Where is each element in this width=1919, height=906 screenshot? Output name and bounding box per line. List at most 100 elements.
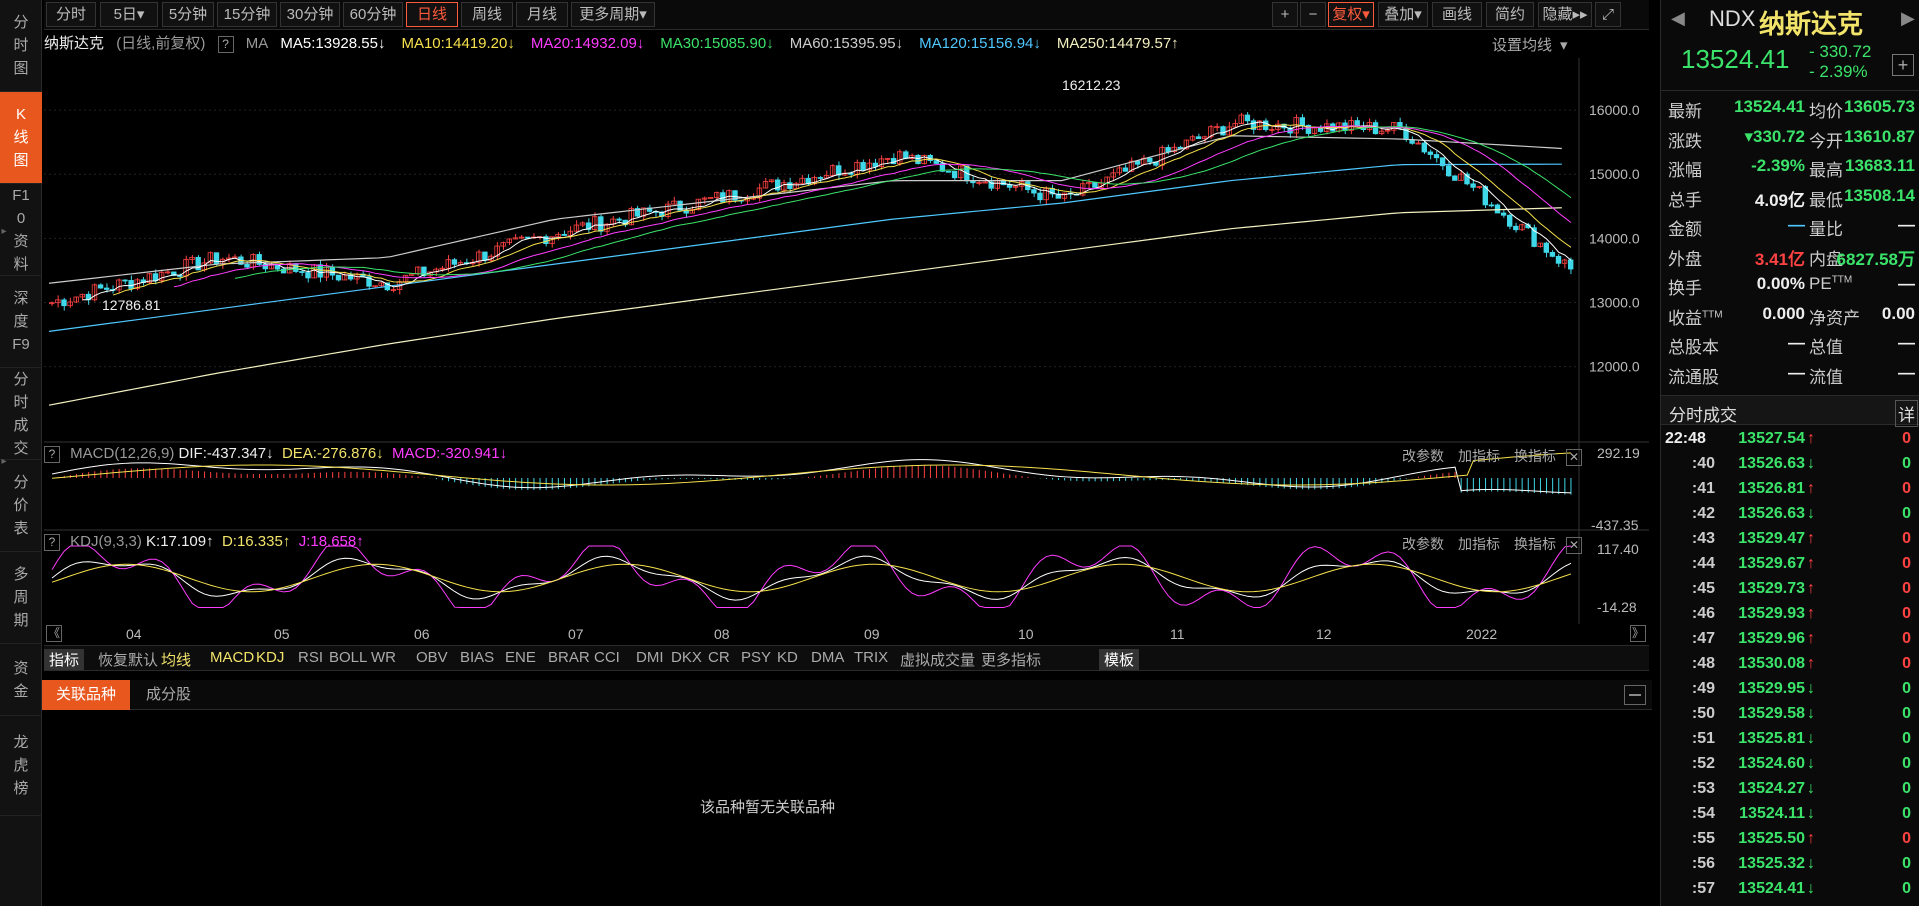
help-icon[interactable]: ?	[217, 35, 234, 53]
expand-icon[interactable]: ⤢	[1595, 2, 1621, 27]
period-fenshi[interactable]: 分时	[46, 2, 96, 27]
draw-line-button[interactable]: 画线	[1432, 2, 1482, 27]
nav-item-4[interactable]: 分时成交	[0, 368, 42, 460]
ma-label: MA	[245, 35, 269, 52]
price-tick-label: 12000.0	[1589, 359, 1640, 375]
nav-item-0[interactable]: 分时图	[0, 0, 42, 92]
indicator-1[interactable]: 恢复默认	[98, 649, 158, 670]
period-15min[interactable]: 15分钟	[217, 2, 277, 27]
period-5day[interactable]: 5日▾	[100, 2, 158, 27]
indicator-14[interactable]: DKX	[671, 649, 702, 666]
scroll-right-icon[interactable]: 》	[1630, 625, 1646, 642]
tick-price: 13529.95	[1738, 680, 1805, 697]
tick-price: 13529.47	[1738, 530, 1805, 547]
indicator-4[interactable]: KDJ	[256, 649, 284, 666]
indicator-3[interactable]: MACD	[210, 649, 254, 666]
ticks-header: 分时成交 详	[1661, 395, 1919, 427]
period-day[interactable]: 日线	[406, 2, 458, 27]
tick-price: 13529.67	[1738, 555, 1805, 572]
tab-constituents[interactable]: 成分股	[132, 680, 205, 710]
zoom-out-button[interactable]: −	[1300, 2, 1326, 27]
trend-arrow-icon: ↓	[766, 35, 774, 52]
collapse-toggle-icon[interactable]: ▸	[0, 452, 8, 472]
nav-item-8[interactable]: 龙虎榜	[0, 716, 42, 816]
candle-body	[1244, 114, 1251, 122]
indicator-9[interactable]: BIAS	[460, 649, 494, 666]
tick-time: :47	[1691, 630, 1715, 647]
up-arrow-icon: ↑	[206, 533, 214, 550]
candle-body	[860, 162, 866, 171]
kdj-swap-button[interactable]: 换指标	[1514, 536, 1556, 552]
macd-add-button[interactable]: 加指标	[1458, 448, 1500, 464]
close-icon[interactable]: ✕	[1566, 448, 1582, 466]
kdj-add-button[interactable]: 加指标	[1458, 536, 1500, 552]
add-watchlist-icon[interactable]: +	[1892, 54, 1914, 76]
quote-panel: ◀ NDX 纳斯达克 ▶ 13524.41 - 330.72 - 2.39% +…	[1660, 0, 1919, 906]
ticks-detail-button[interactable]: 详	[1895, 400, 1918, 427]
candle-body	[951, 170, 958, 179]
period-more[interactable]: 更多周期▾	[571, 2, 655, 27]
field-value: 13508.14	[1844, 185, 1915, 205]
kdj-j: J:18.658	[298, 533, 357, 550]
indicator-2[interactable]: 均线	[161, 649, 191, 670]
time-tick-label: 06	[414, 626, 430, 642]
time-tick-label: 10	[1018, 626, 1034, 642]
help-icon[interactable]: ?	[44, 533, 60, 551]
scroll-left-icon[interactable]: 《	[46, 625, 62, 642]
tick-row: :53 13524.27 ↓ 0	[1661, 780, 1919, 805]
nav-item-6[interactable]: 多周期	[0, 552, 42, 644]
period-month[interactable]: 月线	[516, 2, 568, 27]
period-week[interactable]: 周线	[461, 2, 513, 27]
indicator-6[interactable]: BOLL	[329, 649, 367, 666]
indicator-5[interactable]: RSI	[298, 649, 323, 666]
nav-item-5[interactable]: 分价表	[0, 460, 42, 552]
period-5min[interactable]: 5分钟	[162, 2, 214, 27]
indicator-8[interactable]: OBV	[416, 649, 448, 666]
prev-arrow-icon[interactable]: ◀	[1671, 8, 1685, 29]
indicator-22[interactable]: 模板	[1099, 649, 1140, 670]
kdj-params-button[interactable]: 改参数	[1402, 536, 1444, 552]
nav-item-1[interactable]: K线图	[0, 92, 42, 184]
indicator-13[interactable]: DMI	[636, 649, 664, 666]
download-icon[interactable]	[1624, 685, 1646, 705]
down-arrow-icon: ↓	[266, 445, 274, 462]
indicator-11[interactable]: BRAR	[548, 649, 590, 666]
ma-settings-button[interactable]: 设置均线 ▾	[1492, 34, 1576, 55]
indicator-7[interactable]: WR	[371, 649, 396, 666]
nav-item-7[interactable]: 资金	[0, 644, 42, 716]
zoom-in-button[interactable]: +	[1272, 2, 1298, 27]
indicator-12[interactable]: CCI	[594, 649, 620, 666]
period-60min[interactable]: 60分钟	[343, 2, 403, 27]
indicator-17[interactable]: KD	[777, 649, 798, 666]
tick-row: :57 13524.41 ↓ 0	[1661, 880, 1919, 905]
indicator-0[interactable]: 指标	[44, 649, 85, 670]
down-arrow-icon: ↓	[1807, 755, 1815, 772]
period-30min[interactable]: 30分钟	[280, 2, 340, 27]
candle-body	[451, 259, 458, 265]
indicator-19[interactable]: TRIX	[854, 649, 888, 666]
time-tick-label: 05	[274, 626, 290, 642]
indicator-10[interactable]: ENE	[505, 649, 536, 666]
kdj-k: K:17.109	[146, 533, 207, 550]
tick-row: :50 13529.58 ↓ 0	[1661, 705, 1919, 730]
indicator-20[interactable]: 虚拟成交量	[900, 649, 975, 670]
hide-button[interactable]: 隐藏▸▸	[1538, 2, 1592, 27]
tab-related[interactable]: 关联品种	[42, 680, 131, 710]
indicator-16[interactable]: PSY	[741, 649, 771, 666]
indicator-15[interactable]: CR	[708, 649, 730, 666]
indicator-18[interactable]: DMA	[811, 649, 844, 666]
indicator-21[interactable]: 更多指标	[981, 649, 1041, 670]
tick-row: :54 13524.11 ↓ 0	[1661, 805, 1919, 830]
close-icon[interactable]: ✕	[1566, 536, 1582, 554]
overlay-button[interactable]: 叠加▾	[1378, 2, 1428, 27]
tick-price: 13524.60	[1738, 755, 1805, 772]
simple-mode-button[interactable]: 简约	[1486, 2, 1534, 27]
tick-row: :51 13525.81 ↓ 0	[1661, 730, 1919, 755]
next-arrow-icon[interactable]: ▶	[1901, 8, 1915, 29]
help-icon[interactable]: ?	[44, 445, 60, 463]
nav-item-3[interactable]: 深度F9	[0, 276, 42, 368]
macd-params-button[interactable]: 改参数	[1402, 448, 1444, 464]
collapse-toggle-icon[interactable]: ▸	[0, 222, 8, 242]
fuquan-button[interactable]: 复权▾	[1328, 2, 1374, 27]
macd-swap-button[interactable]: 换指标	[1514, 448, 1556, 464]
